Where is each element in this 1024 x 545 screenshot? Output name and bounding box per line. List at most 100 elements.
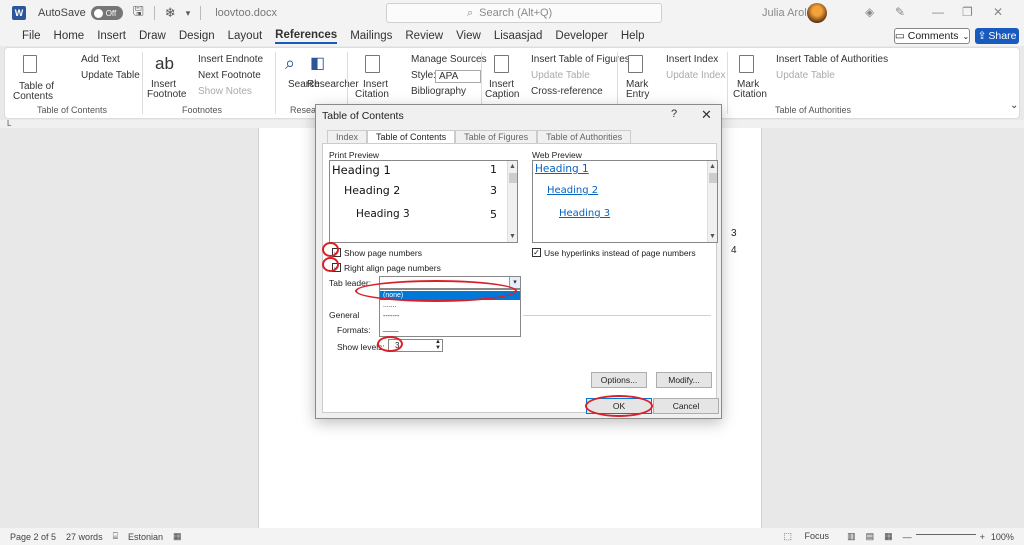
comments-button[interactable]: ▭ Comments ⌄ [894, 28, 970, 44]
show-page-numbers-label[interactable]: Show page numbers [344, 248, 422, 258]
stepper-down-icon[interactable]: ▼ [435, 345, 441, 351]
mark-citation-label-2[interactable]: Citation [733, 89, 767, 100]
tab-leader-option[interactable]: ------- [380, 312, 520, 321]
pen-icon[interactable]: ✎ [895, 5, 905, 19]
help-icon[interactable]: ? [671, 108, 677, 120]
update-figures-table-button[interactable]: Update Table [531, 70, 590, 81]
insert-index-button[interactable]: Insert Index [666, 54, 718, 65]
tab-leader-option[interactable]: ....... [380, 301, 520, 310]
search-ribbon-icon[interactable]: ⌕ [285, 53, 295, 74]
print-layout-icon[interactable]: ▤ [866, 531, 875, 542]
options-button[interactable]: Options... [591, 372, 647, 388]
web-layout-icon[interactable]: ▦ [884, 531, 893, 542]
scroll-up-icon[interactable]: ▲ [509, 163, 516, 170]
show-page-numbers-checkbox[interactable]: ✓ [332, 248, 341, 257]
researcher-icon[interactable]: ◧ [310, 53, 325, 73]
tab-stop-icon[interactable]: L [7, 119, 11, 128]
autosave-toggle[interactable]: Off [90, 6, 123, 20]
tab-leader-option[interactable]: ____ [380, 324, 520, 333]
tab-insert[interactable]: Insert [97, 30, 126, 42]
insert-endnote-button[interactable]: Insert Endnote [198, 54, 263, 65]
style-select[interactable]: APA [435, 70, 482, 83]
scroll-thumb[interactable] [709, 173, 717, 183]
zoom-in-icon[interactable]: + [980, 532, 985, 542]
insert-table-of-figures-button[interactable]: Insert Table of Figures [531, 54, 630, 65]
tab-references[interactable]: References [275, 29, 338, 44]
tab-draw[interactable]: Draw [139, 30, 166, 42]
manage-sources-button[interactable]: Manage Sources [411, 54, 487, 65]
insert-citation-icon[interactable] [365, 55, 380, 73]
read-mode-icon[interactable]: ▥ [847, 531, 856, 542]
accessibility-icon[interactable]: ▦ [173, 531, 182, 542]
use-hyperlinks-checkbox[interactable]: ✓ [532, 248, 541, 257]
show-levels-stepper[interactable]: 3 ▲ ▼ [388, 339, 443, 352]
cancel-button[interactable]: Cancel [653, 398, 719, 414]
proofing-icon[interactable]: ⌸ [113, 531, 118, 542]
web-preview-scrollbar[interactable]: ▲ ▼ [707, 161, 717, 242]
tab-leader-option[interactable]: (none) [380, 291, 520, 300]
insert-footnote-label-2[interactable]: Footnote [147, 89, 186, 100]
restore-icon[interactable]: ❐ [962, 5, 973, 19]
use-hyperlinks-label[interactable]: Use hyperlinks instead of page numbers [544, 248, 696, 258]
tab-view[interactable]: View [456, 30, 481, 42]
chevron-down-icon[interactable]: ▾ [509, 277, 520, 288]
cross-reference-button[interactable]: Cross-reference [531, 86, 603, 97]
insert-citation-label-2[interactable]: Citation [355, 89, 389, 100]
mark-citation-icon[interactable] [739, 55, 754, 73]
tab-file[interactable]: File [22, 30, 41, 42]
researcher-button[interactable]: Researcher [307, 79, 359, 90]
language-label[interactable]: Estonian [128, 532, 163, 542]
zoom-slider[interactable] [915, 534, 976, 535]
insert-caption-icon[interactable] [494, 55, 509, 73]
avatar[interactable] [807, 3, 827, 23]
tab-table-of-authorities[interactable]: Table of Authorities [537, 130, 632, 143]
update-index-button[interactable]: Update Index [666, 70, 726, 81]
scroll-up-icon[interactable]: ▲ [709, 163, 716, 170]
save-icon[interactable]: 🖫 [133, 2, 144, 24]
tab-mailings[interactable]: Mailings [350, 30, 392, 42]
tab-layout[interactable]: Layout [228, 30, 263, 42]
tab-home[interactable]: Home [54, 30, 85, 42]
toc-button-label-2[interactable]: Contents [13, 91, 53, 102]
document-name[interactable]: loovtoo.docx [215, 7, 277, 19]
zoom-out-icon[interactable]: — [903, 532, 912, 542]
mark-entry-label-2[interactable]: Entry [626, 89, 649, 100]
update-table-button[interactable]: Update Table [81, 70, 140, 81]
close-window-icon[interactable]: ✕ [993, 5, 1003, 19]
page-count[interactable]: Page 2 of 5 [10, 532, 56, 542]
scroll-down-icon[interactable]: ▼ [709, 233, 716, 240]
table-of-contents-icon[interactable] [23, 55, 37, 73]
show-notes-button[interactable]: Show Notes [198, 86, 252, 97]
quick-access-dropdown-icon[interactable]: ▾ [186, 8, 191, 19]
tab-index[interactable]: Index [327, 130, 368, 143]
tab-table-of-figures[interactable]: Table of Figures [455, 130, 538, 143]
right-align-label[interactable]: Right align page numbers [344, 263, 441, 273]
tab-table-of-contents[interactable]: Table of Contents [367, 130, 456, 143]
minimize-icon[interactable]: — [932, 5, 944, 19]
tab-design[interactable]: Design [179, 30, 215, 42]
customize-icon[interactable]: ❄ [165, 5, 176, 21]
mark-entry-icon[interactable] [628, 55, 643, 73]
tab-developer[interactable]: Developer [555, 30, 607, 42]
modify-button[interactable]: Modify... [656, 372, 712, 388]
show-levels-value[interactable]: 3 [395, 341, 399, 350]
user-name[interactable]: Julia Arold [762, 7, 813, 19]
insert-caption-label-2[interactable]: Caption [485, 89, 519, 100]
ribbon-collapse-icon[interactable]: ⌄ [1010, 100, 1018, 111]
tab-lisaasjad[interactable]: Lisaasjad [494, 30, 543, 42]
diamond-icon[interactable]: ◈ [865, 5, 874, 19]
update-toa-button[interactable]: Update Table [776, 70, 835, 81]
insert-toa-button[interactable]: Insert Table of Authorities [776, 54, 888, 65]
right-align-checkbox[interactable]: ✓ [332, 263, 341, 272]
scroll-thumb[interactable] [509, 173, 517, 183]
print-preview-scrollbar[interactable]: ▲ ▼ [507, 161, 517, 242]
next-footnote-button[interactable]: Next Footnote [198, 70, 261, 81]
zoom-level[interactable]: 100% [991, 532, 1014, 542]
tab-help[interactable]: Help [621, 30, 645, 42]
scroll-down-icon[interactable]: ▼ [509, 233, 516, 240]
ab-footnote-icon[interactable]: ab [155, 54, 174, 74]
bibliography-button[interactable]: Bibliography [411, 86, 466, 97]
tab-review[interactable]: Review [405, 30, 443, 42]
search-input[interactable]: ⌕ Search (Alt+Q) [386, 3, 662, 23]
close-icon[interactable]: ✕ [701, 107, 712, 123]
